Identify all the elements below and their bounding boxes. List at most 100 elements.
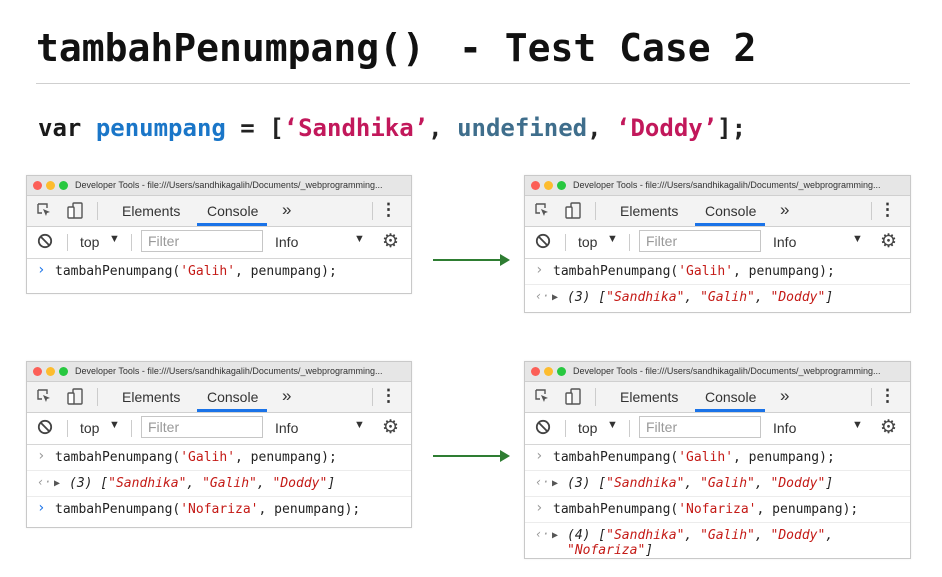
maximize-window-icon[interactable] xyxy=(59,181,68,190)
kebab-menu-icon[interactable]: ⋮ xyxy=(380,386,397,406)
inspect-element-icon[interactable] xyxy=(37,203,51,217)
devtools-window: Developer Tools - file:///Users/sandhika… xyxy=(524,361,911,559)
filter-input[interactable]: Filter xyxy=(141,416,263,438)
console-input-line[interactable]: › tambahPenumpang('Galih', penumpang); xyxy=(27,259,411,284)
inspect-element-icon[interactable] xyxy=(535,389,549,403)
tab-elements[interactable]: Elements xyxy=(620,389,678,405)
return-arrow-icon: ‹· xyxy=(37,475,52,489)
minimize-window-icon[interactable] xyxy=(544,367,553,376)
tab-console[interactable]: Console xyxy=(705,389,756,405)
devtools-tabbar: Elements Console » ⋮ xyxy=(525,196,910,227)
console-command-line: › tambahPenumpang('Nofariza', penumpang)… xyxy=(525,497,910,523)
close-window-icon[interactable] xyxy=(33,367,42,376)
tab-elements[interactable]: Elements xyxy=(122,203,180,219)
expand-triangle-icon[interactable]: ▶ xyxy=(54,476,60,491)
close-window-icon[interactable] xyxy=(531,367,540,376)
gear-icon[interactable]: ⚙ xyxy=(880,230,897,253)
device-toolbar-icon[interactable] xyxy=(67,202,83,219)
array-item: "Sandhika" xyxy=(108,476,187,491)
code-declaration: var penumpang = [‘Sandhika’, undefined, … xyxy=(38,114,746,142)
tab-console[interactable]: Console xyxy=(207,203,258,219)
caret-down-icon[interactable]: ▼ xyxy=(109,419,120,431)
tab-console[interactable]: Console xyxy=(207,389,258,405)
log-level-selector[interactable]: Info xyxy=(275,234,298,250)
more-tabs-button[interactable]: » xyxy=(780,386,789,406)
filter-input[interactable]: Filter xyxy=(141,230,263,252)
device-toolbar-icon[interactable] xyxy=(67,388,83,405)
minimize-window-icon[interactable] xyxy=(46,181,55,190)
more-tabs-button[interactable]: » xyxy=(780,200,789,220)
command-fn: tambahPenumpang( xyxy=(553,450,679,465)
caret-down-icon[interactable]: ▼ xyxy=(607,233,618,245)
gear-icon[interactable]: ⚙ xyxy=(382,416,399,439)
tab-divider xyxy=(595,202,596,220)
code-string-2: ‘Doddy’ xyxy=(616,114,718,142)
tab-divider xyxy=(372,202,373,220)
device-toolbar-icon[interactable] xyxy=(565,388,581,405)
inspect-element-icon[interactable] xyxy=(37,389,51,403)
tab-elements[interactable]: Elements xyxy=(620,203,678,219)
console-result-line: ‹· ▶ (3) ["Sandhika", "Galih", "Doddy"] xyxy=(525,471,910,497)
context-selector[interactable]: top xyxy=(80,420,99,436)
more-tabs-button[interactable]: » xyxy=(282,200,291,220)
log-level-selector[interactable]: Info xyxy=(275,420,298,436)
clear-console-icon[interactable] xyxy=(535,233,551,249)
device-toolbar-icon[interactable] xyxy=(565,202,581,219)
toolbar-divider xyxy=(131,234,132,251)
filter-input[interactable]: Filter xyxy=(639,416,761,438)
command-rest: , penumpang); xyxy=(733,450,835,465)
caret-down-icon[interactable]: ▼ xyxy=(354,419,365,431)
prompt-chevron-icon: › xyxy=(535,262,544,278)
log-level-selector[interactable]: Info xyxy=(773,420,796,436)
kebab-menu-icon[interactable]: ⋮ xyxy=(879,386,896,406)
tab-elements[interactable]: Elements xyxy=(122,389,180,405)
expand-triangle-icon[interactable]: ▶ xyxy=(552,476,558,491)
caret-down-icon[interactable]: ▼ xyxy=(852,233,863,245)
maximize-window-icon[interactable] xyxy=(557,181,566,190)
toolbar-divider xyxy=(629,420,630,437)
array-close: ] xyxy=(327,476,336,491)
kebab-menu-icon[interactable]: ⋮ xyxy=(879,200,896,220)
close-window-icon[interactable] xyxy=(33,181,42,190)
clear-console-icon[interactable] xyxy=(37,419,53,435)
more-tabs-button[interactable]: » xyxy=(282,386,291,406)
devtools-tabbar: Elements Console » ⋮ xyxy=(525,382,910,413)
toolbar-divider xyxy=(131,420,132,437)
command-arg: 'Galih' xyxy=(180,264,236,279)
slide-title: tambahPenumpang() - Test Case 2 xyxy=(36,26,756,70)
maximize-window-icon[interactable] xyxy=(59,367,68,376)
context-selector[interactable]: top xyxy=(578,420,597,436)
kebab-menu-icon[interactable]: ⋮ xyxy=(380,200,397,220)
clear-console-icon[interactable] xyxy=(37,233,53,249)
console-output: › tambahPenumpang('Galih', penumpang); ‹… xyxy=(27,445,411,522)
caret-down-icon[interactable]: ▼ xyxy=(109,233,120,245)
clear-console-icon[interactable] xyxy=(535,419,551,435)
inspect-element-icon[interactable] xyxy=(535,203,549,217)
active-tab-indicator xyxy=(197,223,267,226)
close-window-icon[interactable] xyxy=(531,181,540,190)
command-arg: 'Galih' xyxy=(678,264,734,279)
array-count: (3) [ xyxy=(69,476,109,491)
context-selector[interactable]: top xyxy=(578,234,597,250)
command-arg: 'Galih' xyxy=(678,450,734,465)
command-rest: , penumpang); xyxy=(235,264,337,279)
minimize-window-icon[interactable] xyxy=(544,181,553,190)
expand-triangle-icon[interactable]: ▶ xyxy=(552,290,558,305)
log-level-selector[interactable]: Info xyxy=(773,234,796,250)
context-selector[interactable]: top xyxy=(80,234,99,250)
array-item: "Sandhika" xyxy=(606,290,685,305)
console-output: › tambahPenumpang('Galih', penumpang); ‹… xyxy=(525,445,910,558)
console-input-line[interactable]: › tambahPenumpang('Nofariza', penumpang)… xyxy=(27,497,411,522)
tab-console[interactable]: Console xyxy=(705,203,756,219)
minimize-window-icon[interactable] xyxy=(46,367,55,376)
expand-triangle-icon[interactable]: ▶ xyxy=(552,528,558,543)
gear-icon[interactable]: ⚙ xyxy=(382,230,399,253)
filter-input[interactable]: Filter xyxy=(639,230,761,252)
arrow-right-1 xyxy=(433,254,510,266)
caret-down-icon[interactable]: ▼ xyxy=(354,233,365,245)
caret-down-icon[interactable]: ▼ xyxy=(852,419,863,431)
maximize-window-icon[interactable] xyxy=(557,367,566,376)
gear-icon[interactable]: ⚙ xyxy=(880,416,897,439)
array-item: "Doddy" xyxy=(770,290,826,305)
caret-down-icon[interactable]: ▼ xyxy=(607,419,618,431)
